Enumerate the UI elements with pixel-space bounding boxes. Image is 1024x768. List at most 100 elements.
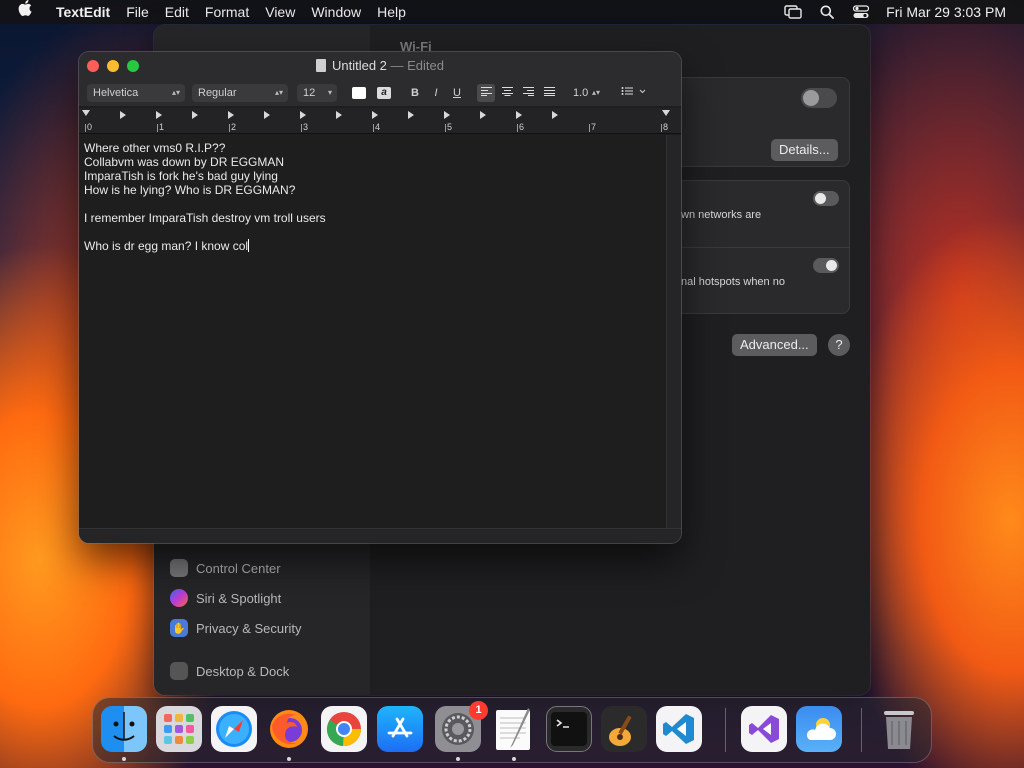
text-line [84, 197, 661, 211]
menu-file[interactable]: File [118, 0, 157, 24]
help-button[interactable]: ? [828, 334, 850, 356]
wifi-card: Details... [670, 77, 850, 167]
screen-mirroring-icon[interactable] [776, 0, 810, 24]
terminal-icon[interactable] [546, 706, 592, 752]
tab-stop[interactable] [300, 111, 306, 119]
list-bullets-icon[interactable] [617, 84, 651, 102]
vertical-scrollbar[interactable] [666, 135, 681, 528]
details-button[interactable]: Details... [771, 139, 838, 161]
menu-clock[interactable]: Fri Mar 29 3:03 PM [878, 4, 1024, 20]
font-style-popup[interactable]: Regular ▴▾ [192, 84, 288, 102]
running-indicator [456, 757, 460, 761]
tab-stop[interactable] [228, 111, 234, 119]
align-center-icon[interactable] [498, 84, 516, 102]
sidebar-item-privacy-security[interactable]: ✋ Privacy & Security [170, 617, 301, 639]
tab-stop[interactable] [156, 111, 162, 119]
tab-stop[interactable] [552, 111, 558, 119]
tab-stop[interactable] [372, 111, 378, 119]
bold-button[interactable]: B [408, 84, 422, 102]
tab-stop[interactable] [120, 111, 126, 119]
ask-join-networks-toggle[interactable] [813, 191, 839, 206]
zoom-button[interactable] [127, 60, 139, 72]
finder-icon[interactable] [101, 706, 147, 752]
horizontal-scrollbar[interactable] [79, 528, 681, 543]
garageband-icon[interactable] [601, 706, 647, 752]
italic-button[interactable]: I [429, 84, 443, 102]
apple-menu-icon[interactable] [0, 0, 48, 24]
tab-stop[interactable] [444, 111, 450, 119]
vscode-icon[interactable] [656, 706, 702, 752]
close-button[interactable] [87, 60, 99, 72]
launchpad-icon[interactable] [156, 706, 202, 752]
left-margin-marker[interactable] [82, 110, 90, 116]
tab-stop[interactable] [264, 111, 270, 119]
ruler-number: 4 [375, 122, 381, 132]
title-bar[interactable]: Untitled 2 — Edited [79, 52, 681, 80]
sidebar-item-control-center[interactable]: Control Center [170, 557, 281, 579]
menu-help[interactable]: Help [369, 0, 414, 24]
hand-icon: ✋ [170, 619, 188, 637]
ruler-tick [85, 124, 86, 132]
ruler-tick [301, 124, 302, 132]
menu-window[interactable]: Window [303, 0, 369, 24]
line-spacing-popup[interactable]: 1.0 ▴▾ [567, 84, 605, 102]
tab-stop[interactable] [480, 111, 486, 119]
current-line-text: Who is dr egg man? I know col [84, 239, 249, 253]
ruler-tick [229, 124, 230, 132]
tab-stop[interactable] [408, 111, 414, 119]
edited-status: Edited [407, 58, 445, 73]
siri-icon [170, 589, 188, 607]
chevron-updown-icon: ▴▾ [274, 88, 283, 97]
chevron-down-icon: ▾ [327, 88, 332, 97]
dock-separator [725, 708, 726, 752]
document-text-area[interactable]: Where other vms0 R.I.P?? Collabvm was do… [79, 135, 666, 528]
menu-format[interactable]: Format [197, 0, 257, 24]
spotlight-search-icon[interactable] [810, 0, 844, 24]
tab-stop[interactable] [192, 111, 198, 119]
ruler[interactable]: 0 1 2 3 4 5 6 7 8 [79, 108, 681, 134]
document-icon [315, 59, 326, 72]
ask-join-hotspots-toggle[interactable] [813, 258, 839, 273]
trash-icon[interactable] [876, 706, 922, 752]
wifi-toggle[interactable] [801, 88, 837, 108]
desktop-dock-icon [170, 662, 188, 680]
control-center-icon[interactable] [844, 0, 878, 24]
tab-stop[interactable] [336, 111, 342, 119]
font-family-popup[interactable]: Helvetica ▴▾ [87, 84, 185, 102]
menu-view[interactable]: View [257, 0, 303, 24]
minimize-button[interactable] [107, 60, 119, 72]
dock-separator [861, 708, 862, 752]
font-size-combo[interactable]: 12 ▾ [297, 84, 337, 102]
firefox-icon[interactable] [266, 706, 312, 752]
tab-stop[interactable] [516, 111, 522, 119]
align-left-icon[interactable] [477, 84, 495, 102]
sidebar-item-desktop-dock[interactable]: Desktop & Dock [170, 660, 289, 682]
ruler-tick [445, 124, 446, 132]
chrome-icon[interactable] [321, 706, 367, 752]
running-indicator [122, 757, 126, 761]
text-color-well[interactable] [352, 87, 366, 99]
weather-icon[interactable] [796, 706, 842, 752]
underline-button[interactable]: U [450, 84, 464, 102]
right-margin-marker[interactable] [662, 110, 670, 116]
sidebar-item-siri-spotlight[interactable]: Siri & Spotlight [170, 587, 281, 609]
menu-edit[interactable]: Edit [157, 0, 197, 24]
ruler-tick [157, 124, 158, 132]
app-store-icon[interactable] [377, 706, 423, 752]
ruler-number: 3 [303, 122, 309, 132]
textedit-window: Untitled 2 — Edited Helvetica ▴▾ Regular ▴… [79, 52, 681, 543]
title-separator: — [390, 58, 404, 73]
sidebar-item-label: Privacy & Security [196, 620, 302, 636]
safari-icon[interactable] [211, 706, 257, 752]
visual-studio-icon[interactable] [741, 706, 787, 752]
align-right-icon[interactable] [519, 84, 537, 102]
justify-icon[interactable] [540, 84, 558, 102]
font-family-value: Helvetica [93, 87, 139, 99]
highlight-color-icon[interactable]: a [377, 87, 391, 99]
advanced-button[interactable]: Advanced... [732, 334, 817, 356]
textedit-icon[interactable] [491, 706, 537, 752]
chevron-updown-icon: ▴▾ [591, 88, 600, 97]
ruler-tick [589, 124, 590, 132]
menu-app-name[interactable]: TextEdit [48, 0, 118, 24]
text-line [84, 225, 661, 239]
